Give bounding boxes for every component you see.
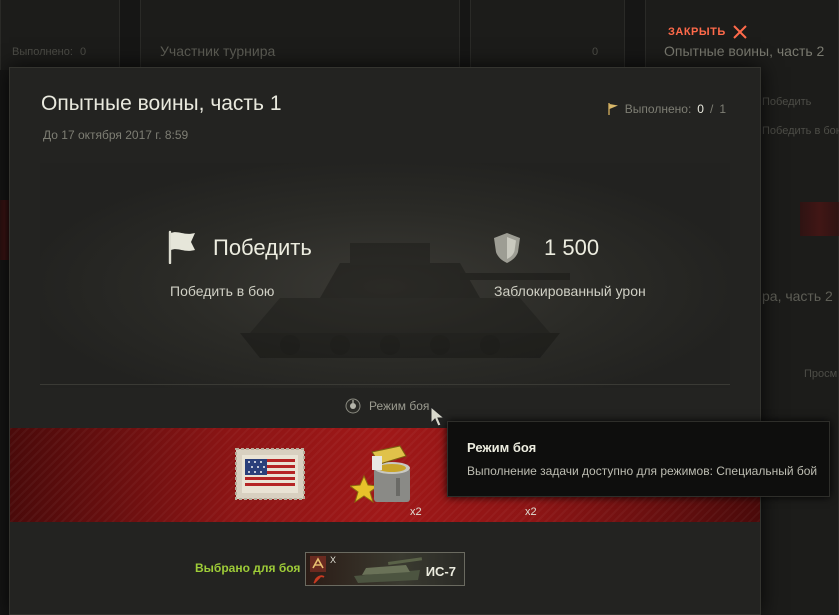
bg-card-center <box>140 0 460 70</box>
bg-tournament-title: Участник турнира <box>160 43 276 59</box>
bg-card-left <box>0 0 120 70</box>
progress-separator: / <box>709 102 714 116</box>
reward-quantity-paint: x2 <box>410 506 422 518</box>
bg-left-strip <box>0 200 9 260</box>
bg-right-status: Просм <box>804 368 838 380</box>
condition-desc-win: Победить в бою <box>170 283 275 299</box>
bg-left-value: 0 <box>80 46 87 58</box>
bg-right-title: Опытные воины, часть 2 <box>664 43 825 59</box>
close-icon <box>733 25 747 39</box>
battle-mode-link[interactable]: Режим боя <box>345 398 429 414</box>
progress-label: Выполнено: <box>624 102 692 116</box>
progress-current: 0 <box>697 102 704 116</box>
bg-right-line2: Победить в бою <box>762 125 839 137</box>
paint-bucket-star-icon[interactable] <box>350 442 422 508</box>
quest-title: Опытные воины, часть 1 <box>41 92 282 115</box>
bg-right-title-repeat: ра, часть 2 <box>762 288 833 304</box>
progress-total: 1 <box>719 102 726 116</box>
reward-quantity-hidden: x2 <box>525 506 537 518</box>
bg-right-reward <box>800 202 839 236</box>
battle-mode-icon <box>345 398 361 414</box>
close-button[interactable]: ЗАКРЫТЬ <box>668 22 748 42</box>
selected-vehicle-slot[interactable]: X ИС-7 <box>305 552 465 586</box>
quest-modal: Опытные воины, часть 1 До 17 октября 201… <box>9 67 761 615</box>
vehicle-multiplier: X <box>330 555 337 565</box>
tooltip-text: Выполнение задачи доступно для режимов: … <box>467 464 818 478</box>
bg-card-center-right <box>470 0 625 70</box>
ussr-nation-icon <box>313 575 325 584</box>
battle-mode-label: Режим боя <box>369 399 430 413</box>
bg-right-line1: Победить <box>762 96 812 108</box>
quest-progress: Выполнено: 0 / 1 <box>608 102 726 116</box>
battle-mode-tooltip: Режим боя Выполнение задачи доступно для… <box>447 421 830 497</box>
shield-icon <box>494 233 520 263</box>
mouse-cursor-icon <box>430 406 446 427</box>
tooltip-title: Режим боя <box>467 440 537 455</box>
bg-left-label: Выполнено: <box>12 46 73 58</box>
american-stamp-icon[interactable] <box>234 447 306 501</box>
bg-center-value: 0 <box>592 46 599 58</box>
flag-small-icon <box>608 103 618 115</box>
divider <box>40 384 730 385</box>
selected-for-battle-label: Выбрано для боя <box>195 561 301 575</box>
vehicle-tank-icon <box>354 557 423 583</box>
quest-deadline: До 17 октября 2017 г. 8:59 <box>43 128 189 142</box>
quest-conditions-panel: Победить Победить в бою 1 500 Заблокиров… <box>40 163 730 388</box>
condition-title-win: Победить <box>213 235 312 260</box>
vehicle-name: ИС-7 <box>425 564 456 579</box>
flag-icon <box>168 230 195 264</box>
condition-desc-blocked-damage: Заблокированный урон <box>494 283 646 299</box>
condition-title-blocked-damage: 1 500 <box>544 235 600 260</box>
vehicle-bonus-icon <box>310 556 326 572</box>
close-label: ЗАКРЫТЬ <box>668 26 726 38</box>
